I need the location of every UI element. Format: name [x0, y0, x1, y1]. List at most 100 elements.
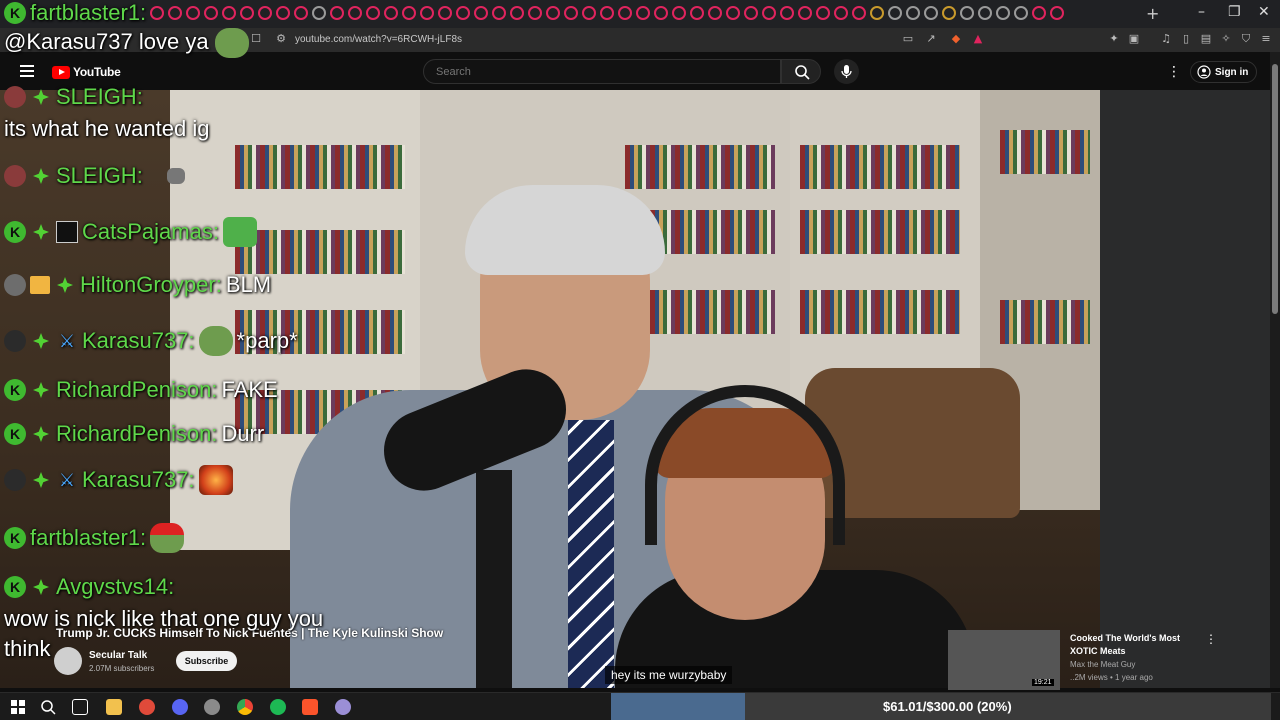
- tab-favicon-icon[interactable]: [582, 6, 596, 20]
- tab-favicon-icon[interactable]: [564, 6, 578, 20]
- search-input[interactable]: [424, 60, 780, 83]
- tab-favicon-icon[interactable]: [600, 6, 614, 20]
- tab-favicon-icon[interactable]: [1032, 6, 1046, 20]
- tab-favicon-icon[interactable]: [168, 6, 182, 20]
- recommended-kebab-icon[interactable]: ⋮: [1205, 632, 1217, 646]
- brave-icon[interactable]: [302, 699, 318, 715]
- close-button[interactable]: ✕: [1258, 4, 1270, 20]
- leo-icon[interactable]: ✧: [1220, 33, 1232, 45]
- tab-favicon-icon[interactable]: [1014, 6, 1028, 20]
- task-view-icon[interactable]: [72, 699, 88, 715]
- spotify-icon[interactable]: [270, 699, 286, 715]
- minimize-button[interactable]: –: [1198, 4, 1205, 20]
- tab-favicon-icon[interactable]: [816, 6, 830, 20]
- bookmark-icon[interactable]: ☐: [250, 33, 262, 45]
- tab-favicon-icon[interactable]: [726, 6, 740, 20]
- tab-favicon-icon[interactable]: [528, 6, 542, 20]
- youtube-logo[interactable]: YouTube: [52, 65, 121, 79]
- tab-favicon-icon[interactable]: [150, 6, 164, 20]
- tab-favicon-icon[interactable]: [906, 6, 920, 20]
- tab-favicon-icon[interactable]: [1050, 6, 1064, 20]
- tab-favicon-icon[interactable]: [654, 6, 668, 20]
- tab-favicon-icon[interactable]: [798, 6, 812, 20]
- tab-favicon-icon[interactable]: [366, 6, 380, 20]
- tab-favicon-icon[interactable]: [960, 6, 974, 20]
- recommended-channel[interactable]: Max the Meat Guy: [1070, 660, 1135, 669]
- tab-favicon-icon[interactable]: [240, 6, 254, 20]
- discord-icon[interactable]: [172, 699, 188, 715]
- tab-favicon-icon[interactable]: [492, 6, 506, 20]
- screenshot-icon[interactable]: ▣: [1128, 33, 1140, 45]
- tab-favicon-icon[interactable]: [618, 6, 632, 20]
- tab-favicon-icon[interactable]: [510, 6, 524, 20]
- scroll-thumb[interactable]: [1272, 64, 1278, 314]
- tab-favicon-icon[interactable]: [942, 6, 956, 20]
- tab-favicon-icon[interactable]: [474, 6, 488, 20]
- tab-favicon-icon[interactable]: [978, 6, 992, 20]
- app-icon[interactable]: [204, 699, 220, 715]
- vpn-icon[interactable]: ⛉: [1240, 33, 1252, 45]
- tab-favicon-icon[interactable]: [384, 6, 398, 20]
- tab-favicon-icon[interactable]: [708, 6, 722, 20]
- channel-avatar[interactable]: [54, 647, 82, 675]
- media-icon[interactable]: ♫: [1160, 33, 1172, 45]
- video-player[interactable]: [0, 90, 1270, 688]
- tab-favicon-icon[interactable]: [636, 6, 650, 20]
- tab-favicon-icon[interactable]: [186, 6, 200, 20]
- tab-favicon-icon[interactable]: [348, 6, 362, 20]
- hamburger-menu-icon[interactable]: [20, 65, 34, 77]
- voice-search-button[interactable]: [834, 59, 859, 84]
- channel-name[interactable]: Secular Talk: [89, 650, 147, 661]
- app-icon[interactable]: [139, 699, 155, 715]
- share-icon[interactable]: ↗: [925, 33, 937, 45]
- tab-favicon-icon[interactable]: [690, 6, 704, 20]
- extension-icon[interactable]: ✦: [1108, 33, 1120, 45]
- menu-icon[interactable]: ≡: [1260, 33, 1272, 45]
- tab-favicon-icon[interactable]: [456, 6, 470, 20]
- tab-favicons[interactable]: [150, 6, 1064, 20]
- youtube-header: YouTube ⋮ Sign in: [0, 52, 1280, 90]
- new-tab-button[interactable]: +: [1146, 4, 1159, 23]
- subscribe-button[interactable]: Subscribe: [176, 651, 237, 671]
- search-button[interactable]: [781, 59, 821, 84]
- brave-rewards-icon[interactable]: ▲: [972, 33, 984, 45]
- tab-favicon-icon[interactable]: [294, 6, 308, 20]
- app-icon[interactable]: [335, 699, 351, 715]
- tab-favicon-icon[interactable]: [402, 6, 416, 20]
- brave-shield-icon[interactable]: ◆: [950, 33, 962, 45]
- tab-favicon-icon[interactable]: [672, 6, 686, 20]
- tab-favicon-icon[interactable]: [276, 6, 290, 20]
- tab-favicon-icon[interactable]: [924, 6, 938, 20]
- page-scrollbar[interactable]: [1270, 52, 1280, 688]
- wallet-icon[interactable]: ▤: [1200, 33, 1212, 45]
- video-title[interactable]: Trump Jr. CUCKS Himself To Nick Fuentes …: [56, 626, 443, 640]
- tab-favicon-icon[interactable]: [762, 6, 776, 20]
- tab-favicon-icon[interactable]: [258, 6, 272, 20]
- tab-favicon-icon[interactable]: [330, 6, 344, 20]
- tab-favicon-icon[interactable]: [222, 6, 236, 20]
- tab-favicon-icon[interactable]: [834, 6, 848, 20]
- tab-favicon-icon[interactable]: [888, 6, 902, 20]
- tab-favicon-icon[interactable]: [204, 6, 218, 20]
- recommended-title[interactable]: Cooked The World's Most XOTIC Meats: [1070, 632, 1195, 658]
- tab-favicon-icon[interactable]: [870, 6, 884, 20]
- tab-favicon-icon[interactable]: [744, 6, 758, 20]
- maximize-button[interactable]: ❐: [1228, 4, 1241, 20]
- chrome-icon[interactable]: [237, 699, 253, 715]
- tab-favicon-icon[interactable]: [852, 6, 866, 20]
- tab-favicon-icon[interactable]: [780, 6, 794, 20]
- taskbar-search-icon[interactable]: [40, 699, 56, 715]
- url-text[interactable]: youtube.com/watch?v=6RCWH-jLF8s: [295, 34, 462, 45]
- sign-in-button[interactable]: Sign in: [1190, 61, 1258, 83]
- settings-kebab-icon[interactable]: ⋮: [1167, 64, 1181, 80]
- tab-favicon-icon[interactable]: [438, 6, 452, 20]
- site-info-icon[interactable]: ⚙: [275, 33, 287, 45]
- file-explorer-icon[interactable]: [106, 699, 122, 715]
- windows-start-icon[interactable]: [10, 699, 26, 715]
- tab-favicon-icon[interactable]: [420, 6, 434, 20]
- cast-icon[interactable]: ▭: [902, 33, 914, 45]
- tab-favicon-icon[interactable]: [546, 6, 560, 20]
- sidebar-icon[interactable]: ▯: [1180, 33, 1192, 45]
- tab-favicon-icon[interactable]: [312, 6, 326, 20]
- tab-favicon-icon[interactable]: [996, 6, 1010, 20]
